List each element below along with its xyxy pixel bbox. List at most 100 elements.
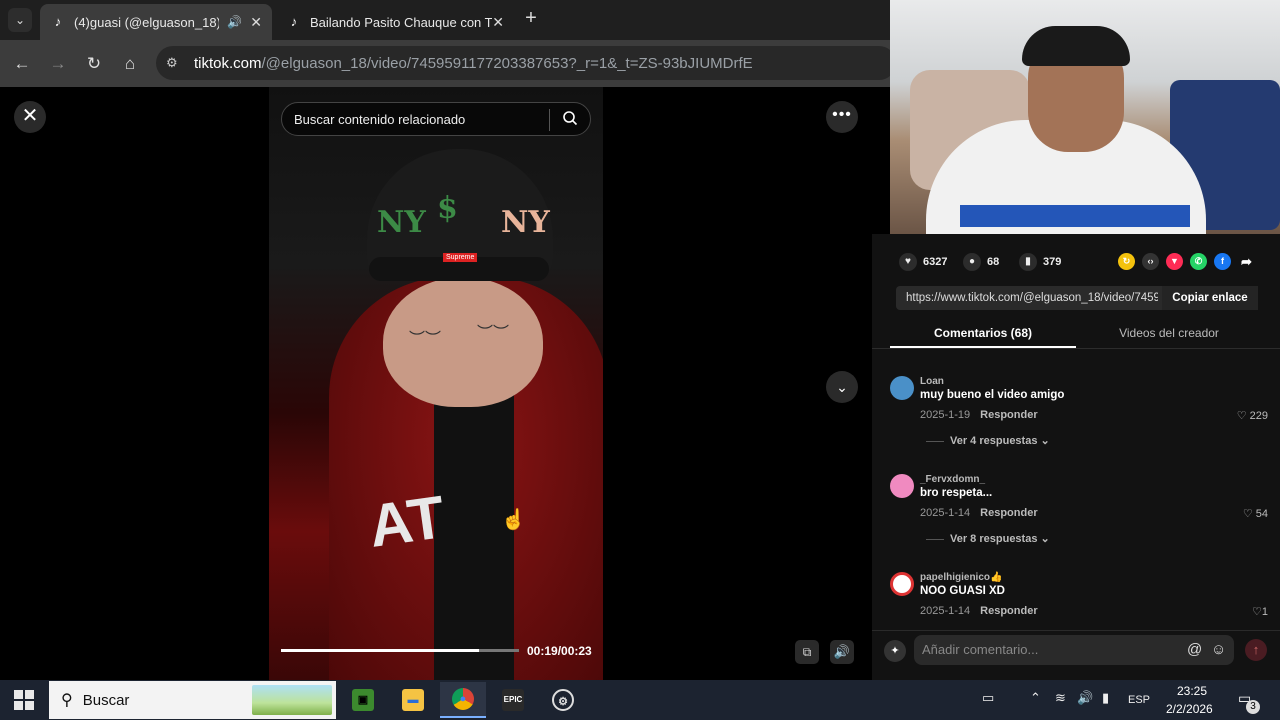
close-tab-icon[interactable]: ✕: [250, 14, 262, 31]
close-tab-icon[interactable]: ✕: [492, 14, 504, 31]
tablet-mode-icon[interactable]: ▭: [982, 690, 994, 706]
avatar: ✦: [884, 640, 906, 662]
more-options-button[interactable]: •••: [826, 101, 858, 133]
comment-username[interactable]: Loan: [920, 376, 944, 387]
next-video-button[interactable]: ⌄: [826, 371, 858, 403]
tab-active[interactable]: ♪ (4)guasi (@elguason_18) | T 🔊 ✕: [40, 4, 272, 40]
divider: [549, 109, 550, 131]
windows-start-icon[interactable]: [14, 690, 34, 710]
comment-like[interactable]: ♡1: [1252, 605, 1268, 618]
floating-player-button[interactable]: ⧉: [795, 640, 819, 664]
video-figure-face: [383, 277, 543, 407]
webcam-person-hair: [1022, 26, 1130, 66]
file-explorer-app[interactable]: ▬: [390, 682, 436, 718]
comment-item: Loan muy bueno el video amigo 2025-1-19 R…: [890, 376, 1270, 456]
wifi-icon[interactable]: ≋: [1055, 690, 1066, 706]
comment-input[interactable]: Añadir comentario...: [914, 635, 1234, 665]
avatar[interactable]: [890, 572, 914, 596]
comment-username[interactable]: papelhigienico👍: [920, 572, 1002, 583]
cursor-hand-icon: ☝: [501, 509, 526, 531]
mention-icon[interactable]: @: [1187, 641, 1202, 658]
home-button[interactable]: ⌂: [118, 52, 142, 76]
video-time: 00:19/00:23: [527, 644, 592, 658]
microphone-icon[interactable]: ▮: [1102, 690, 1109, 706]
comment-count: 68: [987, 256, 1000, 268]
embed-icon[interactable]: ‹›: [1142, 253, 1159, 270]
emoji-icon[interactable]: ☺: [1211, 641, 1226, 658]
minecraft-app[interactable]: ▣: [340, 682, 386, 718]
chrome-app[interactable]: ●: [440, 682, 486, 718]
reload-button[interactable]: ↻: [82, 52, 106, 76]
facebook-icon[interactable]: f: [1214, 253, 1231, 270]
like-stat[interactable]: ♥ 6327: [899, 253, 947, 271]
comment-date: 2025-1-14: [920, 507, 971, 519]
language-indicator[interactable]: ESP: [1128, 694, 1150, 706]
share-link-url[interactable]: https://www.tiktok.com/@elguason_18/vide…: [896, 292, 1158, 304]
bookmark-icon: ▮: [1019, 253, 1037, 271]
copy-link-button[interactable]: Copiar enlace: [1162, 286, 1258, 310]
search-icon: ⚲: [61, 692, 73, 709]
video-frame[interactable]: NY $ NY Supreme ︶︶ ︶︶ AT ☝: [269, 87, 603, 680]
chevron-down-icon: ⌄: [14, 13, 26, 27]
forward-button[interactable]: →: [46, 52, 70, 76]
supreme-sticker: Supreme: [443, 253, 478, 262]
progress-bar-fill: [281, 649, 479, 652]
comment-username[interactable]: _Fervxdomn_: [920, 474, 985, 485]
send-to-friends-icon[interactable]: ▼: [1166, 253, 1183, 270]
clock-time[interactable]: 23:25: [1177, 684, 1207, 698]
clock-date[interactable]: 2/2/2026: [1166, 702, 1213, 716]
hat-logo-icon: NY: [377, 205, 426, 240]
back-button[interactable]: ←: [10, 52, 34, 76]
volume-icon[interactable]: 🔊: [1077, 690, 1093, 706]
tab-inactive[interactable]: ♪ Bailando Pasito Chauque con T ✕: [276, 4, 514, 40]
comment-like[interactable]: ♡ 54: [1243, 507, 1268, 520]
whatsapp-icon[interactable]: ✆: [1190, 253, 1207, 270]
reply-button[interactable]: Responder: [980, 605, 1037, 617]
site-info-icon[interactable]: ⚙: [166, 55, 186, 71]
heart-icon: ♥: [899, 253, 917, 271]
reply-button[interactable]: Responder: [980, 409, 1037, 421]
heart-icon: ♡: [1252, 606, 1262, 618]
comment-stat[interactable]: ● 68: [963, 253, 999, 271]
avatar[interactable]: [890, 376, 914, 400]
volume-button[interactable]: 🔊: [830, 640, 854, 664]
reply-button[interactable]: Responder: [980, 507, 1037, 519]
epic-games-icon: EPIC: [502, 689, 524, 711]
folder-icon: ▬: [402, 689, 424, 711]
related-search-input[interactable]: Buscar contenido relacionado: [281, 102, 591, 136]
view-replies-button[interactable]: Ver 4 respuestas ⌄: [926, 434, 1050, 447]
avatar[interactable]: [890, 474, 914, 498]
search-icon[interactable]: [562, 110, 578, 129]
tab-divider: [872, 348, 1280, 349]
send-comment-button[interactable]: ↑: [1245, 639, 1267, 661]
close-video-button[interactable]: ✕: [14, 101, 46, 133]
taskbar-search[interactable]: ⚲ Buscar: [49, 681, 336, 719]
search-highlight-image: [252, 685, 332, 715]
new-tab-button[interactable]: +: [520, 8, 542, 30]
webcam-overlay: [890, 0, 1280, 234]
repost-icon[interactable]: ↻: [1118, 253, 1135, 270]
comment-text: muy bueno el video amigo: [920, 389, 1065, 401]
share-arrow-icon[interactable]: ➦: [1238, 253, 1255, 270]
chevron-down-icon: ⌄: [836, 379, 848, 395]
wing-tattoo-icon: ︶︶: [409, 331, 442, 348]
tab-search-button[interactable]: ⌄: [8, 8, 32, 32]
save-stat[interactable]: ▮ 379: [1019, 253, 1061, 271]
search-placeholder: Buscar contenido relacionado: [294, 111, 466, 127]
tab-title: (4)guasi (@elguason_18) | T: [74, 14, 220, 30]
tab-title: Bailando Pasito Chauque con T: [310, 14, 493, 30]
view-replies-button[interactable]: Ver 8 respuestas ⌄: [926, 532, 1050, 545]
steam-app[interactable]: ⚙: [540, 682, 586, 718]
comment-date: 2025-1-14: [920, 605, 971, 617]
comment-like[interactable]: ♡ 229: [1237, 409, 1268, 422]
notification-badge: 3: [1246, 700, 1260, 714]
comment-date: 2025-1-19: [920, 409, 971, 421]
speaker-icon[interactable]: 🔊: [227, 15, 242, 29]
tab-creator-videos[interactable]: Videos del creador: [1076, 326, 1262, 340]
divider: [926, 440, 944, 442]
chevron-up-icon[interactable]: ⌃: [1030, 690, 1041, 706]
tab-comments[interactable]: Comentarios (68): [890, 326, 1076, 340]
steam-icon: ⚙: [552, 689, 574, 711]
epic-games-app[interactable]: EPIC: [490, 682, 536, 718]
address-bar[interactable]: ⚙ tiktok.com/@elguason_18/video/74595911…: [156, 46, 896, 80]
